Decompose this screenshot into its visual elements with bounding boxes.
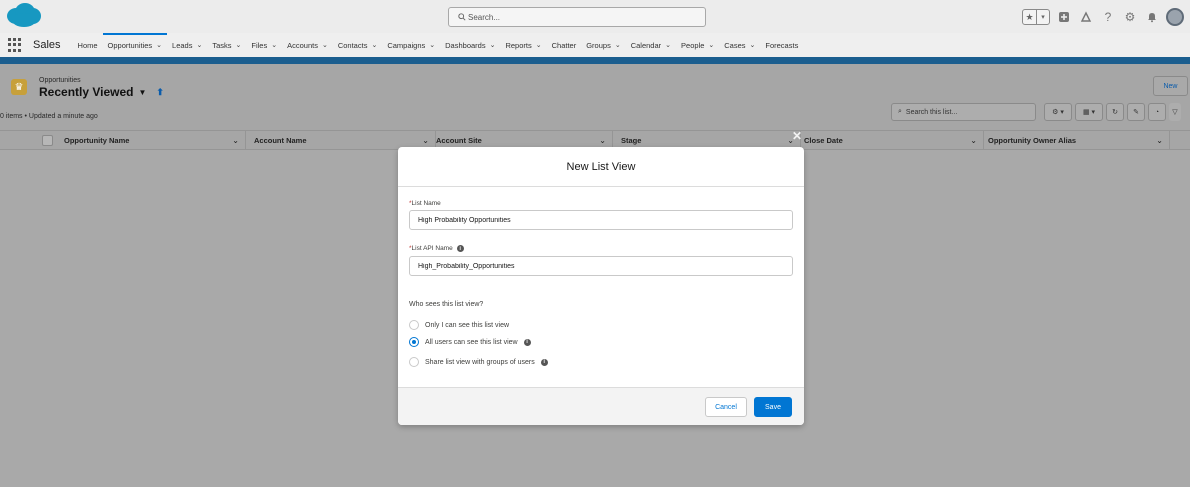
chevron-down-icon[interactable]: ⌄ xyxy=(232,136,239,145)
search-icon xyxy=(458,13,466,21)
list-view-header: ♛ Opportunities Recently Viewed ▼ ⬆ 0 it… xyxy=(0,64,1190,130)
chevron-down-icon[interactable]: ⌄ xyxy=(536,41,542,49)
filter-icon[interactable]: ▽ xyxy=(1169,103,1181,121)
list-view-settings-gear-icon[interactable]: ⚙ ▾ xyxy=(1044,103,1072,121)
column-header-opportunity-name[interactable]: Opportunity Name ⌄ xyxy=(64,131,246,150)
brand-stripe xyxy=(0,57,1190,64)
refresh-icon[interactable]: ↻ xyxy=(1106,103,1124,121)
info-icon[interactable]: i xyxy=(540,358,548,366)
nav-item-campaigns[interactable]: Campaigns ⌄ xyxy=(382,33,440,57)
column-header-close-date[interactable]: Close Date ⌄ xyxy=(804,131,984,150)
setup-gear-icon[interactable]: ⚙ xyxy=(1122,9,1138,25)
new-button[interactable]: New xyxy=(1153,76,1188,96)
chevron-down-icon[interactable]: ⌄ xyxy=(665,41,671,49)
nav-item-chatter[interactable]: Chatter xyxy=(547,33,582,57)
chevron-down-icon[interactable]: ⌄ xyxy=(1156,136,1163,145)
list-api-name-input[interactable] xyxy=(409,256,793,276)
list-view-controls: ⚙ ▾ ▦ ▾ ↻ ✎ ◔ ▽ xyxy=(1044,103,1181,121)
list-view-title[interactable]: Recently Viewed ▼ ⬆ xyxy=(39,85,164,99)
info-icon[interactable]: i xyxy=(456,245,464,252)
nav-item-calendar[interactable]: Calendar ⌄ xyxy=(626,33,676,57)
nav-item-files[interactable]: Files ⌄ xyxy=(246,33,282,57)
global-search-input[interactable]: Search... xyxy=(448,7,706,27)
visibility-label: Who sees this list view? xyxy=(409,301,484,308)
nav-item-forecasts[interactable]: Forecasts xyxy=(760,33,803,57)
chevron-down-icon[interactable]: ⌄ xyxy=(599,136,606,145)
global-search-placeholder: Search... xyxy=(468,13,501,22)
close-modal-icon[interactable]: ✕ xyxy=(792,129,802,143)
chevron-down-icon[interactable]: ⌄ xyxy=(708,41,714,49)
radio-share-groups[interactable]: Share list view with groups of users i xyxy=(409,357,548,367)
global-actions-icon[interactable] xyxy=(1056,9,1072,25)
nav-item-people[interactable]: People ⌄ xyxy=(676,33,719,57)
nav-item-groups[interactable]: Groups ⌄ xyxy=(581,33,625,57)
trailhead-icon[interactable] xyxy=(1078,9,1094,25)
nav-item-tasks[interactable]: Tasks ⌄ xyxy=(207,33,246,57)
modal-footer: Cancel Save xyxy=(398,387,804,425)
cancel-button[interactable]: Cancel xyxy=(705,397,747,417)
nav-item-opportunities[interactable]: Opportunities ⌄ xyxy=(102,33,168,57)
chevron-down-icon[interactable]: ⌄ xyxy=(422,136,429,145)
search-icon: ⌕ xyxy=(898,108,902,115)
charts-icon[interactable]: ◔ xyxy=(1148,103,1166,121)
chevron-down-icon[interactable]: ⌄ xyxy=(322,41,328,49)
column-header-opportunity-owner-alias[interactable]: Opportunity Owner Alias ⌄ xyxy=(988,131,1170,150)
nav-item-reports[interactable]: Reports ⌄ xyxy=(500,33,546,57)
favorites-group: ★ ▾ xyxy=(1022,9,1050,25)
chevron-down-icon[interactable]: ⌄ xyxy=(236,41,242,49)
help-icon[interactable]: ? xyxy=(1100,9,1116,25)
info-icon[interactable]: i xyxy=(523,338,531,346)
nav-item-contacts[interactable]: Contacts ⌄ xyxy=(333,33,382,57)
object-label: Opportunities xyxy=(39,77,81,84)
new-list-view-modal: New List View *List Name *List API Name … xyxy=(398,147,804,425)
select-all-checkbox[interactable] xyxy=(42,135,53,146)
edit-pencil-icon[interactable]: ✎ xyxy=(1127,103,1145,121)
user-avatar[interactable] xyxy=(1166,8,1184,26)
nav-item-dashboards[interactable]: Dashboards ⌄ xyxy=(440,33,500,57)
global-header: Search... ★ ▾ ? ⚙ xyxy=(0,0,1190,33)
list-name-input[interactable] xyxy=(409,210,793,230)
radio-button-selected[interactable] xyxy=(409,337,419,347)
chevron-down-icon[interactable]: ⌄ xyxy=(750,41,756,49)
radio-all-users[interactable]: All users can see this list view i xyxy=(409,337,531,347)
nav-item-home[interactable]: Home xyxy=(73,33,103,57)
favorites-star-icon[interactable]: ★ xyxy=(1023,10,1036,24)
chevron-down-icon[interactable]: ⌄ xyxy=(429,41,435,49)
chevron-down-icon[interactable]: ⌄ xyxy=(156,41,162,49)
modal-title: New List View xyxy=(398,147,804,187)
nav-item-leads[interactable]: Leads ⌄ xyxy=(167,33,207,57)
list-meta-status: 0 items • Updated a minute ago xyxy=(0,113,98,120)
pin-icon[interactable]: ⬆ xyxy=(156,87,164,98)
chevron-down-icon[interactable]: ⌄ xyxy=(490,41,496,49)
display-as-table-icon[interactable]: ▦ ▾ xyxy=(1075,103,1103,121)
chevron-down-icon[interactable]: ⌄ xyxy=(271,41,277,49)
nav-item-cases[interactable]: Cases ⌄ xyxy=(719,33,760,57)
list-api-name-label: *List API Name i xyxy=(409,245,464,252)
caret-down-icon[interactable]: ▼ xyxy=(139,88,147,97)
app-nav-bar: Sales Home Opportunities ⌄ Leads ⌄ Tasks ⌄ … xyxy=(0,33,1190,57)
opportunity-crown-icon: ♛ xyxy=(11,79,27,95)
chevron-down-icon[interactable]: ⌄ xyxy=(196,41,202,49)
chevron-down-icon[interactable]: ⌄ xyxy=(615,41,621,49)
radio-only-me[interactable]: Only I can see this list view xyxy=(409,320,509,330)
app-name: Sales xyxy=(33,39,61,51)
save-button[interactable]: Save xyxy=(754,397,792,417)
list-name-label: *List Name xyxy=(409,200,441,207)
salesforce-logo-icon[interactable] xyxy=(6,2,42,28)
chevron-down-icon[interactable]: ⌄ xyxy=(970,136,977,145)
radio-button[interactable] xyxy=(409,320,419,330)
nav-item-accounts[interactable]: Accounts ⌄ xyxy=(282,33,333,57)
notifications-bell-icon[interactable] xyxy=(1144,9,1160,25)
app-launcher-icon[interactable] xyxy=(8,38,22,52)
favorites-dropdown-icon[interactable]: ▾ xyxy=(1036,10,1049,24)
radio-button[interactable] xyxy=(409,357,419,367)
chevron-down-icon[interactable]: ⌄ xyxy=(371,41,377,49)
header-utility-icons: ★ ▾ ? ⚙ xyxy=(1022,6,1184,28)
list-search-input[interactable]: ⌕ Search this list... xyxy=(891,103,1036,121)
